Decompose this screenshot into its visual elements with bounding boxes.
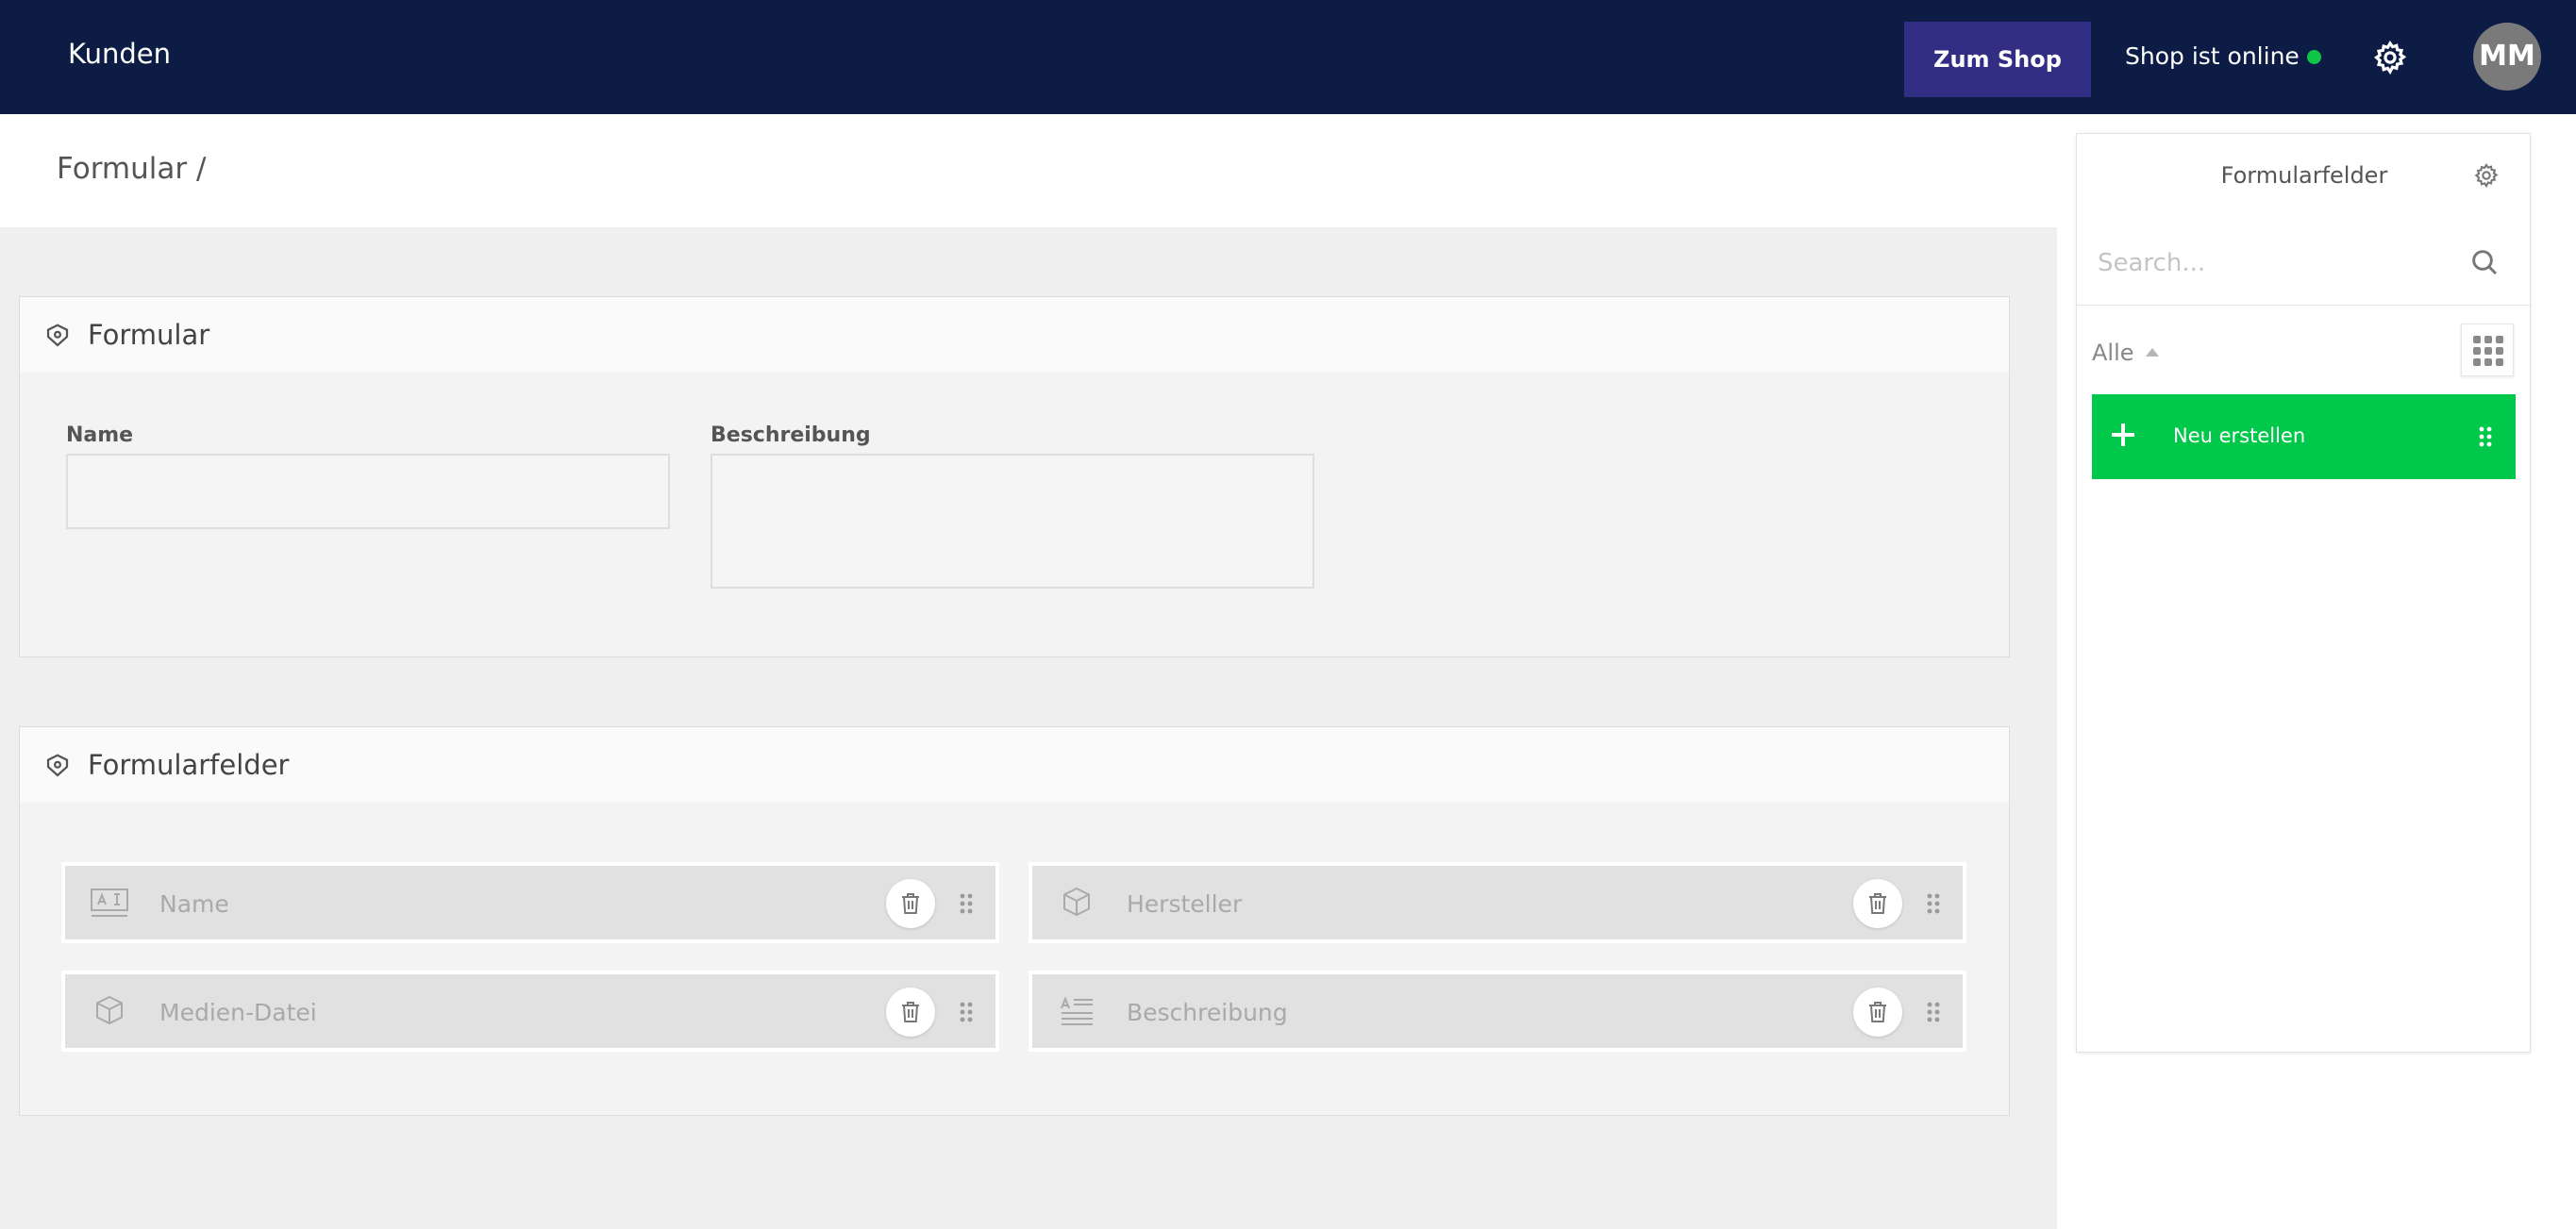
form-fields-panel: Formularfelder Alle Neu erstellen <box>2076 133 2532 1053</box>
plus-icon <box>2112 424 2134 446</box>
trash-icon <box>902 893 919 914</box>
panel-search <box>2077 221 2532 306</box>
form-card-title: Formular <box>88 319 210 351</box>
grid-icon <box>2473 336 2503 366</box>
delete-button[interactable] <box>1853 879 1902 928</box>
name-input[interactable] <box>66 454 670 529</box>
to-shop-button[interactable]: Zum Shop <box>1904 22 2091 97</box>
panel-title: Formularfelder <box>2220 162 2388 189</box>
cube-icon <box>96 995 123 1025</box>
app-title: Kunden <box>68 38 171 70</box>
form-card-header: Formular <box>20 297 2009 373</box>
text-area-icon <box>1061 996 1093 1025</box>
form-field-item-hersteller[interactable]: Hersteller <box>1029 862 1966 943</box>
top-bar: Kunden Zum Shop Shop ist online MM <box>0 0 2576 114</box>
shield-icon <box>46 754 69 777</box>
drag-handle-icon[interactable] <box>960 893 973 914</box>
description-label: Beschreibung <box>711 424 871 447</box>
create-new-button[interactable]: Neu erstellen <box>2092 394 2516 479</box>
trash-icon <box>902 1002 919 1022</box>
form-fields-card: Formularfelder Name Hersteller Medien-Da… <box>19 726 2010 1116</box>
drag-handle-icon[interactable] <box>960 1002 973 1022</box>
shield-icon <box>46 324 69 347</box>
drag-handle-icon[interactable] <box>2479 426 2492 447</box>
form-field-label: Beschreibung <box>1127 999 1288 1026</box>
online-status-dot <box>2307 50 2321 64</box>
grid-view-button[interactable] <box>2461 324 2514 376</box>
form-field-label: Medien-Datei <box>159 999 317 1026</box>
delete-button[interactable] <box>1853 988 1902 1037</box>
name-label: Name <box>66 424 134 447</box>
cube-icon <box>1063 887 1090 917</box>
form-fields-card-title: Formularfelder <box>88 749 290 781</box>
form-field-label: Hersteller <box>1127 890 1243 918</box>
text-field-icon <box>91 889 128 917</box>
search-icon[interactable] <box>2469 247 2500 277</box>
trash-icon <box>1869 893 1886 914</box>
create-new-label: Neu erstellen <box>2173 424 2306 447</box>
form-fields-card-header: Formularfelder <box>20 727 2009 803</box>
form-card: Formular Name Beschreibung <box>19 296 2010 657</box>
search-input[interactable] <box>2098 240 2456 287</box>
main-content: Formular / Formular Name Beschreibung Fo… <box>0 114 2057 1229</box>
form-field-item-medien-datei[interactable]: Medien-Datei <box>61 971 999 1052</box>
form-field-item-name[interactable]: Name <box>61 862 999 943</box>
trash-icon <box>1869 1002 1886 1022</box>
user-avatar[interactable]: MM <box>2473 23 2541 91</box>
drag-handle-icon[interactable] <box>1927 893 1940 914</box>
panel-settings-gear-icon[interactable] <box>2473 162 2500 189</box>
breadcrumb[interactable]: Formular / <box>57 152 206 186</box>
shop-status-text: Shop ist online <box>2125 42 2300 70</box>
form-field-item-beschreibung[interactable]: Beschreibung <box>1029 971 1966 1052</box>
delete-button[interactable] <box>886 988 935 1037</box>
delete-button[interactable] <box>886 879 935 928</box>
filter-dropdown[interactable]: Alle <box>2092 340 2134 366</box>
breadcrumb-bar: Formular / <box>0 114 2057 227</box>
form-field-label: Name <box>159 890 229 918</box>
drag-handle-icon[interactable] <box>1927 1002 1940 1022</box>
description-textarea[interactable] <box>711 454 1314 589</box>
caret-up-icon[interactable] <box>2146 348 2159 357</box>
settings-gear-icon[interactable] <box>2372 40 2408 75</box>
